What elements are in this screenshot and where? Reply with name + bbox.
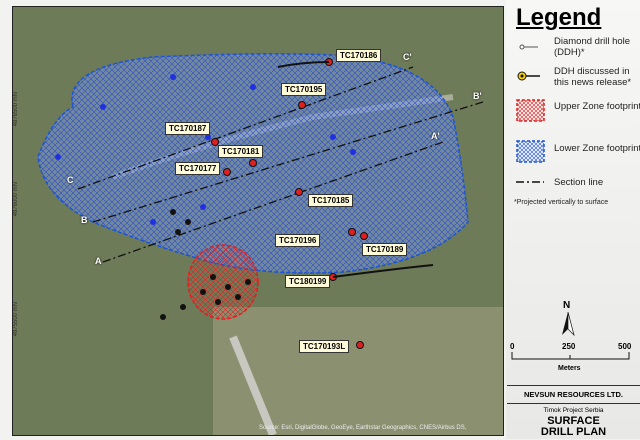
scale-tick: 0 — [510, 342, 515, 351]
drawing-title: SURFACE DRILL PLAN — [540, 415, 607, 438]
drill-label[interactable]: TC170195 — [281, 83, 327, 96]
map-view[interactable]: 4876500 mN 4876000 mN 4875500 mN TC17018… — [12, 6, 504, 436]
drill-label[interactable]: TC180199 — [285, 275, 331, 288]
section-label: A' — [431, 131, 440, 141]
northing-label: 4875500 mN — [13, 302, 19, 337]
legend-title: Legend — [516, 4, 602, 31]
drill-label[interactable]: TC170189 — [362, 243, 408, 256]
north-arrow-icon — [562, 312, 575, 336]
drill-label[interactable]: TC170193L — [299, 340, 350, 353]
legend-note: *Projected vertically to surface — [514, 199, 609, 206]
legend-item: Upper Zone footprint — [554, 101, 640, 112]
scale-bar: N 0 250 500 Meters — [510, 300, 635, 380]
drill-label[interactable]: TC170185 — [308, 194, 354, 207]
title-block: NEVSUN RESOURCES LTD. Timok Project Serb… — [507, 385, 640, 440]
northing-label: 4876500 mN — [13, 92, 19, 127]
section-label: C' — [403, 52, 412, 62]
section-label: B — [81, 215, 88, 225]
project-name: Timok Project Serbia — [543, 407, 604, 414]
legend-item: Lower Zone footprint — [554, 143, 640, 154]
drill-label[interactable]: TC170186 — [336, 49, 382, 62]
map-source: Source: Esri, DigitalGlobe, GeoEye, Eart… — [259, 425, 467, 431]
section-label: A — [95, 256, 102, 266]
company-name: NEVSUN RESOURCES LTD. — [507, 386, 640, 404]
legend-item: Diamond drill hole (DDH)* — [554, 36, 631, 58]
highlight-hole-icon — [517, 71, 540, 81]
drill-label[interactable]: TC170181 — [218, 145, 264, 158]
drill-label[interactable]: TC170177 — [175, 162, 221, 175]
northing-label: 4876000 mN — [13, 182, 19, 217]
drill-hole-icon — [519, 44, 538, 50]
drill-label[interactable]: TC170187 — [165, 122, 211, 135]
upper-zone-icon — [516, 99, 545, 122]
scale-unit: Meters — [558, 365, 581, 372]
lower-zone-icon — [516, 140, 545, 163]
drill-label[interactable]: TC170196 — [275, 234, 321, 247]
section-line-icon — [516, 181, 544, 183]
north-label: N — [563, 300, 571, 311]
scale-tick: 500 — [618, 342, 632, 351]
section-label: C — [67, 175, 74, 185]
section-label: B' — [473, 91, 482, 101]
scale-tick: 250 — [562, 342, 576, 351]
legend-item: Section line — [554, 177, 604, 188]
legend-item: DDH discussed in this news release* — [554, 66, 632, 88]
